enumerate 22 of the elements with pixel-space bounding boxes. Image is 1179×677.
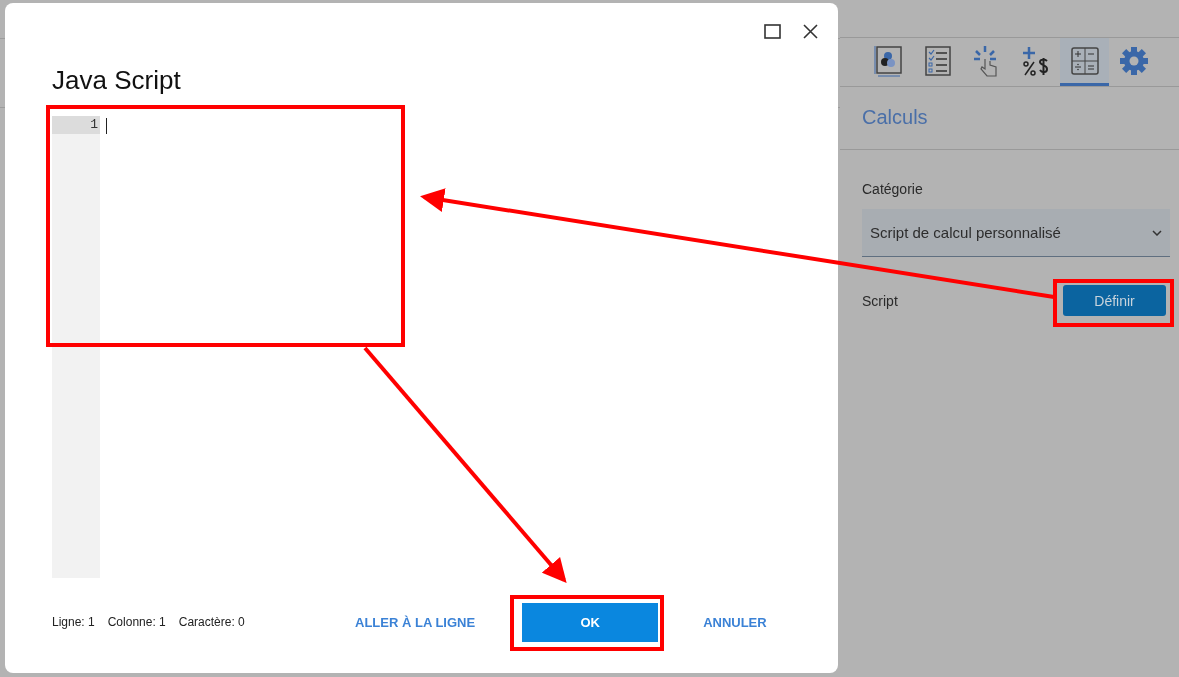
- define-button[interactable]: Définir: [1063, 285, 1166, 316]
- field-label: Script: [862, 292, 898, 309]
- close-icon[interactable]: [803, 23, 818, 39]
- line-number: 1: [52, 116, 100, 134]
- category-dropdown[interactable]: Script de calcul personnalisé: [862, 209, 1170, 257]
- status-text: Ligne: 1: [52, 615, 95, 629]
- checklist-icon: [924, 45, 951, 76]
- text-button[interactable]: ANNULER: [703, 614, 767, 630]
- percent-dollar-icon: [1021, 45, 1050, 76]
- status-text: Colonne: 1: [107, 615, 166, 629]
- field-label: Catégorie: [861, 180, 924, 199]
- text-cursor: [106, 118, 107, 134]
- text-button[interactable]: ALLER À LA LIGNE: [355, 614, 476, 630]
- panel-heading: Calculs: [840, 87, 1179, 150]
- status-text: Caractère: 0: [178, 615, 245, 629]
- chevron-down-icon: [1152, 229, 1162, 236]
- maximize-icon[interactable]: [764, 23, 781, 39]
- dialog-title: Java Script: [51, 64, 182, 97]
- settings-icon: [1118, 45, 1149, 76]
- calculator-icon: [1070, 46, 1099, 75]
- contact-card-icon: [873, 44, 904, 77]
- ok-button[interactable]: OK: [522, 602, 659, 642]
